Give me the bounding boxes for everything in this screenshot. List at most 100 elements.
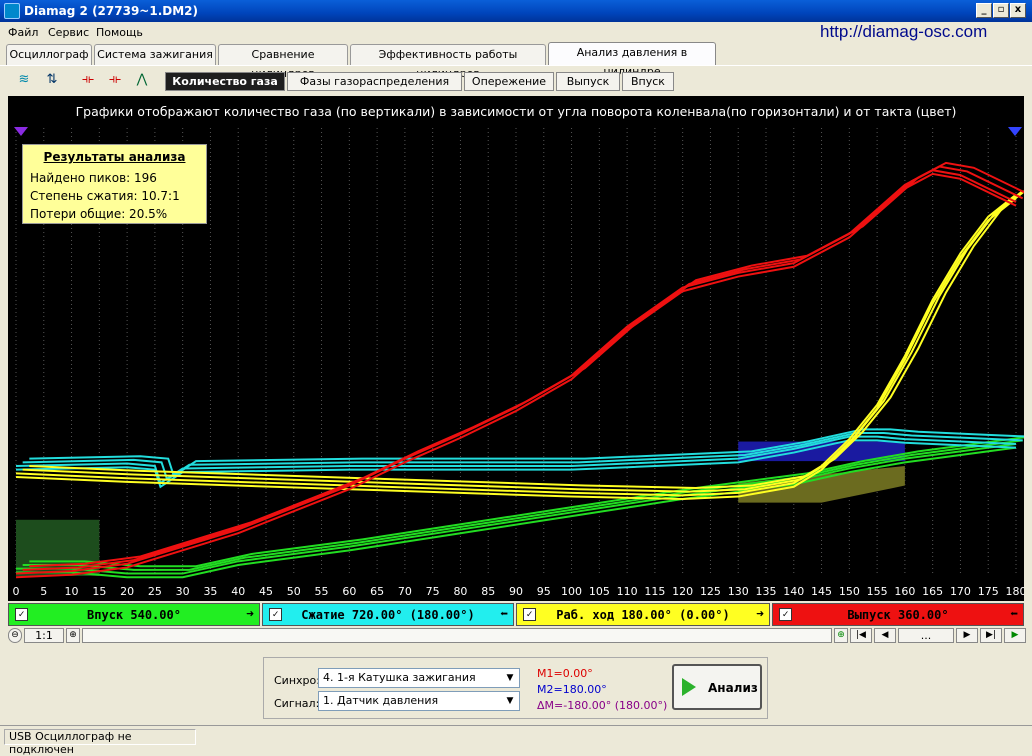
subtab-exhaust[interactable]: Выпуск — [556, 72, 620, 91]
x-tick-label: 115 — [644, 585, 665, 598]
subtab-valve-timing[interactable]: Фазы газораспределения — [287, 72, 462, 91]
subtab-intake[interactable]: Впуск — [622, 72, 674, 91]
x-tick-label: 20 — [120, 585, 134, 598]
title-bar: Diamag 2 (27739~1.DM2) _ ▫ x — [0, 0, 1032, 22]
cursor-markers-icon[interactable]: ⟛ — [78, 70, 98, 90]
signal-icon[interactable]: ≋ — [14, 70, 34, 90]
x-tick-label: 70 — [398, 585, 412, 598]
app-icon — [4, 3, 20, 19]
analyze-button[interactable]: Анализ — [672, 664, 762, 710]
numbering-icon[interactable]: ⇅ — [42, 70, 62, 90]
signal-select[interactable]: 1. Датчик давления ▼ — [318, 691, 520, 711]
site-url[interactable]: http://diamag-osc.com — [820, 22, 987, 42]
strip-intake-checkbox[interactable]: ✓ — [15, 608, 28, 621]
x-tick-label: 155 — [867, 585, 888, 598]
series-line-3 — [22, 165, 1024, 571]
page-indicator: ... — [898, 628, 954, 643]
arrow-right-icon[interactable]: ➜ — [756, 607, 764, 622]
sync-select[interactable]: 4. 1-я Катушка зажигания ▼ — [318, 668, 520, 688]
marker-m2-icon — [1008, 127, 1022, 136]
plot-caption: Графики отображают количество газа (по в… — [75, 104, 957, 119]
x-tick-label: 130 — [728, 585, 749, 598]
prev-page-button[interactable]: ◀ — [874, 628, 896, 643]
strip-compression-label: Сжатие 720.00° (180.00°) — [301, 608, 475, 622]
marker-delta: ΔM=-180.00° (180.00°) — [537, 699, 668, 712]
menu-service[interactable]: Сервис — [48, 26, 89, 39]
minimize-button[interactable]: _ — [976, 3, 992, 18]
add-icon[interactable]: ⊕ — [834, 628, 848, 643]
marker-m1: M1=0.00° — [537, 667, 593, 680]
auto-markers-icon[interactable]: ⟛ — [105, 70, 125, 90]
strip-intake[interactable]: ✓ Впуск 540.00° ➜ — [8, 603, 260, 626]
play-icon — [682, 678, 696, 696]
results-box: Результаты анализа Найдено пиков: 196 Ст… — [22, 144, 207, 224]
x-tick-label: 175 — [978, 585, 999, 598]
status-bar: USB Осциллограф не подключен — [0, 725, 1032, 756]
zoom-in-icon[interactable]: ⊕ — [66, 628, 80, 643]
x-tick-label: 170 — [950, 585, 971, 598]
compression-ratio: Степень сжатия: 10.7:1 — [30, 189, 180, 203]
x-tick-label: 150 — [839, 585, 860, 598]
strip-compression[interactable]: ✓ Сжатие 720.00° (180.00°) ⬅ — [262, 603, 514, 626]
arrow-right-icon[interactable]: ➜ — [246, 607, 254, 622]
x-tick-label: 0 — [13, 585, 20, 598]
arrow-left-icon[interactable]: ⬅ — [500, 607, 508, 622]
play-button[interactable]: ▶ — [1004, 628, 1026, 643]
analyze-button-label: Анализ — [708, 681, 758, 695]
zoom-ratio[interactable]: 1:1 — [24, 628, 64, 643]
strip-power-stroke[interactable]: ✓ Раб. ход 180.00° (0.00°) ➜ — [516, 603, 770, 626]
signal-select-value: 1. Датчик давления — [323, 694, 439, 707]
signal-label: Сигнал: — [274, 697, 320, 710]
horizontal-scrollbar[interactable] — [82, 628, 832, 643]
x-tick-label: 55 — [315, 585, 329, 598]
x-tick-label: 110 — [617, 585, 638, 598]
restore-button[interactable]: ▫ — [993, 3, 1009, 18]
x-tick-label: 85 — [481, 585, 495, 598]
x-tick-label: 35 — [203, 585, 217, 598]
x-tick-label: 160 — [894, 585, 915, 598]
strip-exhaust[interactable]: ✓ Выпуск 360.00° ⬅ — [772, 603, 1024, 626]
x-tick-label: 120 — [672, 585, 693, 598]
x-tick-label: 40 — [231, 585, 245, 598]
marker-m2: M2=180.00° — [537, 683, 607, 696]
total-losses: Потери общие: 20.5% — [30, 207, 168, 221]
tab-oscilloscope[interactable]: Осциллограф — [6, 44, 92, 65]
subtab-advance[interactable]: Опережение — [464, 72, 554, 91]
close-button[interactable]: x — [1010, 3, 1026, 18]
tab-pressure-analysis[interactable]: Анализ давления в цилиндре — [548, 42, 716, 78]
x-tick-label: 60 — [342, 585, 356, 598]
x-tick-label: 165 — [922, 585, 943, 598]
strip-power-label: Раб. ход 180.00° (0.00°) — [556, 608, 730, 622]
strip-intake-label: Впуск 540.00° — [87, 608, 181, 622]
sync-select-value: 4. 1-я Катушка зажигания — [323, 671, 476, 684]
zoom-out-icon[interactable]: ⊖ — [8, 628, 22, 643]
tab-cylinder-efficiency[interactable]: Эффективность работы цилиндров — [350, 44, 546, 80]
sync-label: Синхро: — [274, 674, 320, 687]
marker-m1-icon — [14, 127, 28, 136]
x-tick-label: 65 — [370, 585, 384, 598]
tab-ignition[interactable]: Система зажигания — [94, 44, 216, 65]
strip-power-checkbox[interactable]: ✓ — [523, 608, 536, 621]
status-text: USB Осциллограф не подключен — [4, 729, 196, 756]
x-tick-label: 140 — [783, 585, 804, 598]
x-tick-label: 75 — [426, 585, 440, 598]
last-page-button[interactable]: ▶| — [980, 628, 1002, 643]
strip-compression-checkbox[interactable]: ✓ — [269, 608, 282, 621]
wave-view-icon[interactable]: ⋀ — [132, 70, 152, 90]
x-tick-label: 5 — [40, 585, 47, 598]
menu-help[interactable]: Помощь — [96, 26, 143, 39]
subtab-gas-amount[interactable]: Количество газа — [165, 72, 285, 91]
x-tick-label: 180 — [1006, 585, 1025, 598]
results-heading: Результаты анализа — [43, 150, 186, 164]
x-tick-label: 135 — [756, 585, 777, 598]
first-page-button[interactable]: |◀ — [850, 628, 872, 643]
x-tick-label: 80 — [453, 585, 467, 598]
menu-file[interactable]: Файл — [8, 26, 38, 39]
strip-exhaust-checkbox[interactable]: ✓ — [779, 608, 792, 621]
chevron-down-icon[interactable]: ▼ — [503, 671, 517, 685]
x-tick-label: 105 — [589, 585, 610, 598]
arrow-left-icon[interactable]: ⬅ — [1010, 607, 1018, 622]
chevron-down-icon[interactable]: ▼ — [503, 694, 517, 708]
tab-cylinder-compare[interactable]: Сравнение цилиндров — [218, 44, 348, 80]
next-page-button[interactable]: ▶ — [956, 628, 978, 643]
